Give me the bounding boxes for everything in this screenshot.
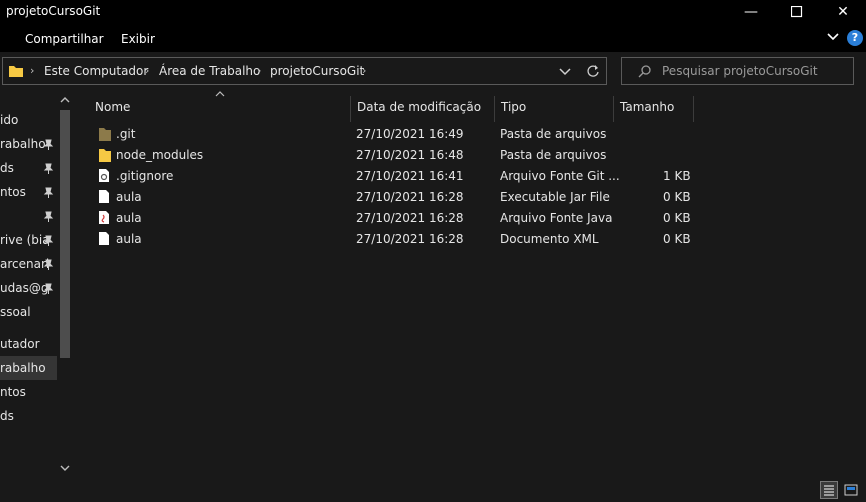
xml-file-icon (99, 232, 109, 245)
file-name: aula (116, 211, 142, 225)
refresh-icon[interactable] (586, 64, 600, 78)
help-button[interactable]: ? (847, 30, 863, 46)
chevron-down-icon[interactable] (60, 464, 70, 472)
java-file-icon (99, 211, 109, 224)
file-row[interactable]: aula 27/10/2021 16:28 Arquivo Fonte Java… (96, 208, 706, 229)
file-type: Arquivo Fonte Java (500, 211, 613, 225)
file-size: 0 KB (663, 211, 691, 225)
pin-icon[interactable] (43, 235, 54, 246)
search-input[interactable]: Pesquisar projetoCursoGit (662, 64, 818, 78)
address-bar[interactable]: › Este Computador › Área de Trabalho › p… (2, 57, 607, 85)
pin-icon[interactable] (43, 139, 54, 150)
chevron-down-icon[interactable] (826, 30, 840, 44)
file-row[interactable]: aula 27/10/2021 16:28 Executable Jar Fil… (96, 187, 706, 208)
chevron-down-icon[interactable] (559, 67, 571, 77)
file-type: Arquivo Fonte Git ... (500, 169, 620, 183)
file-date: 27/10/2021 16:49 (356, 127, 464, 141)
pin-icon[interactable] (43, 283, 54, 294)
nav-scroll-thumb[interactable] (60, 110, 70, 358)
pin-icon[interactable] (43, 211, 54, 222)
breadcrumb-separator[interactable]: › (145, 64, 149, 77)
git-file-icon (99, 169, 109, 182)
file-date: 27/10/2021 16:28 (356, 190, 464, 204)
file-type: Pasta de arquivos (500, 148, 607, 162)
column-header-nome[interactable]: Nome (89, 96, 351, 122)
tab-compartilhar[interactable]: Compartilhar (25, 32, 104, 46)
column-header-tipo[interactable]: Tipo (495, 96, 614, 122)
minimize-icon: — (744, 4, 758, 20)
file-icon (99, 190, 109, 203)
file-size: 1 KB (663, 169, 691, 183)
nav-item[interactable]: utador (0, 332, 57, 356)
nav-item-selected[interactable]: rabalho (0, 356, 57, 380)
file-type: Pasta de arquivos (500, 127, 607, 141)
nav-scrollbar[interactable] (57, 90, 73, 478)
breadcrumb-separator[interactable]: › (362, 64, 366, 77)
maximize-icon (790, 5, 803, 18)
file-list: Nome Data de modificação Tipo Tamanho .g… (78, 90, 866, 478)
nav-item[interactable]: ntos (0, 380, 57, 404)
pin-icon[interactable] (43, 259, 54, 270)
close-icon: ✕ (837, 4, 849, 20)
file-type: Documento XML (500, 232, 599, 246)
breadcrumb-area-de-trabalho[interactable]: Área de Trabalho (159, 64, 260, 78)
file-row[interactable]: aula 27/10/2021 16:28 Documento XML 0 KB (96, 229, 706, 250)
ribbon: Compartilhar Exibir ? (0, 24, 866, 52)
file-date: 27/10/2021 16:28 (356, 232, 464, 246)
column-header-data[interactable]: Data de modificação (351, 96, 495, 122)
git-folder-icon (99, 128, 111, 141)
nav-item[interactable]: ido (0, 108, 57, 132)
file-name: aula (116, 232, 142, 246)
file-size: 0 KB (663, 190, 691, 204)
minimize-button[interactable]: — (728, 0, 774, 24)
large-icons-view-icon[interactable] (842, 481, 860, 499)
breadcrumb-separator[interactable]: › (257, 64, 261, 77)
file-row[interactable]: .git 27/10/2021 16:49 Pasta de arquivos (96, 124, 706, 145)
status-bar (0, 478, 866, 502)
window-title: projetoCursoGit (6, 4, 101, 18)
pin-icon[interactable] (43, 187, 54, 198)
column-header-tamanho[interactable]: Tamanho (614, 96, 694, 122)
nav-item[interactable]: ssoal (0, 300, 57, 324)
file-date: 27/10/2021 16:41 (356, 169, 464, 183)
file-name: node_modules (116, 148, 204, 162)
nav-item[interactable]: ds (0, 404, 57, 428)
close-button[interactable]: ✕ (820, 0, 866, 24)
file-name: .gitignore (116, 169, 174, 183)
maximize-button[interactable] (774, 0, 820, 24)
file-name: aula (116, 190, 142, 204)
breadcrumb-este-computador[interactable]: Este Computador (44, 64, 148, 78)
search-box[interactable]: Pesquisar projetoCursoGit (621, 57, 854, 85)
tab-exibir[interactable]: Exibir (121, 32, 155, 46)
pin-icon[interactable] (43, 163, 54, 174)
file-name: .git (116, 127, 136, 141)
folder-icon (99, 149, 111, 162)
file-row[interactable]: .gitignore 27/10/2021 16:41 Arquivo Font… (96, 166, 706, 187)
title-bar: projetoCursoGit — ✕ (0, 0, 866, 24)
search-icon (638, 65, 651, 78)
navigation-pane: ido rabalho ds ntos rive (bia arcenari u… (0, 90, 76, 478)
chevron-up-icon[interactable] (60, 96, 70, 104)
file-type: Executable Jar File (500, 190, 610, 204)
breadcrumb-projetocursogit[interactable]: projetoCursoGit (270, 64, 364, 78)
file-date: 27/10/2021 16:48 (356, 148, 464, 162)
file-date: 27/10/2021 16:28 (356, 211, 464, 225)
file-size: 0 KB (663, 232, 691, 246)
details-view-icon[interactable] (820, 481, 838, 499)
file-row[interactable]: node_modules 27/10/2021 16:48 Pasta de a… (96, 145, 706, 166)
breadcrumb-separator[interactable]: › (30, 64, 34, 77)
folder-icon (9, 66, 23, 77)
